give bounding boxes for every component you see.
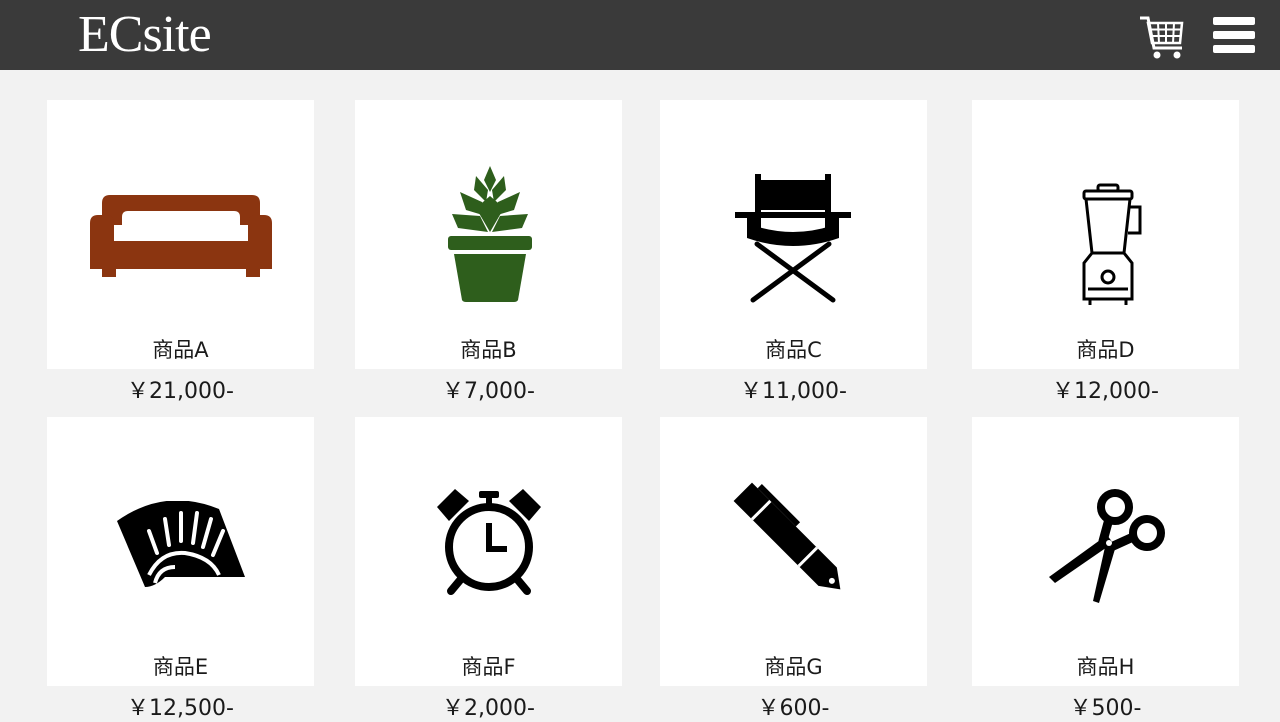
product-price: ￥2,000-	[442, 696, 535, 721]
folding-fan-icon	[117, 501, 245, 587]
directors-chair-icon	[735, 174, 851, 303]
product-card-e[interactable]: 商品E	[47, 417, 314, 686]
product-card-b[interactable]: 商品B	[355, 100, 622, 369]
product-price: ￥600-	[757, 696, 830, 721]
pen-icon	[733, 482, 841, 590]
product-name: 商品D	[1076, 338, 1135, 362]
menu-button[interactable]	[1212, 16, 1256, 54]
product-price: ￥12,000-	[1052, 379, 1159, 404]
sofa-icon	[90, 195, 272, 277]
cart-icon	[1140, 16, 1184, 59]
product-card-c[interactable]: 商品C	[660, 100, 927, 369]
product-name: 商品H	[1076, 655, 1135, 679]
product-price: ￥12,500-	[127, 696, 234, 721]
product-card-d[interactable]: 商品D	[972, 100, 1239, 369]
hamburger-menu-icon	[1213, 17, 1255, 53]
blender-icon	[1082, 183, 1142, 305]
product-card-a[interactable]: 商品A	[47, 100, 314, 369]
product-card-h[interactable]: 商品H	[972, 417, 1239, 686]
product-price: ￥7,000-	[442, 379, 535, 404]
product-name: 商品C	[765, 338, 822, 362]
product-price: ￥21,000-	[127, 379, 234, 404]
scissors-icon	[1049, 489, 1165, 603]
product-price: ￥11,000-	[740, 379, 847, 404]
alarm-clock-icon	[437, 489, 541, 595]
product-name: 商品A	[152, 338, 209, 362]
product-name: 商品B	[460, 338, 517, 362]
product-name: 商品G	[764, 655, 823, 679]
top-header: ECsite	[0, 0, 1280, 70]
product-card-g[interactable]: 商品G	[660, 417, 927, 686]
product-price: ￥500-	[1069, 696, 1142, 721]
product-name: 商品E	[152, 655, 209, 679]
site-logo[interactable]: ECsite	[78, 4, 212, 66]
product-name: 商品F	[461, 655, 516, 679]
product-card-f[interactable]: 商品F	[355, 417, 622, 686]
potted-plant-icon	[448, 166, 532, 302]
cart-button[interactable]	[1138, 12, 1186, 62]
